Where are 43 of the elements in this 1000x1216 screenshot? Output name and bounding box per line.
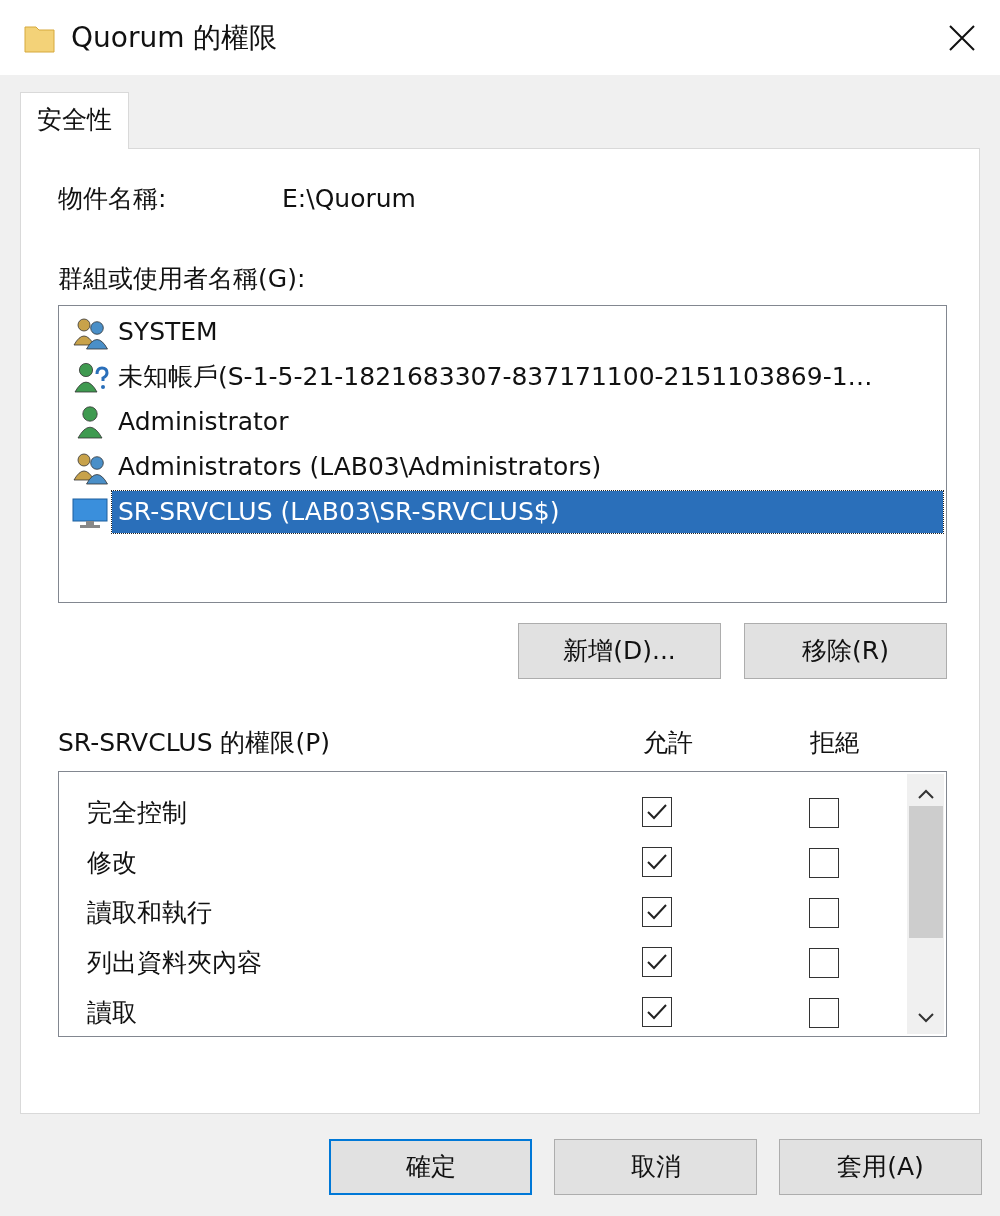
column-header: 拒絕 [810,726,860,759]
scroll-thumb[interactable] [908,805,943,938]
checkmark-icon [646,852,668,871]
checkbox[interactable] [642,896,672,927]
scroll-down-icon[interactable] [916,1011,935,1024]
close-icon[interactable] [948,23,976,52]
column-header: 允許 [643,726,694,759]
user-list-item[interactable]: 未知帳戶(S-1-5-21-1821683307-837171100-2151103869-1… [112,356,879,398]
checkbox[interactable] [642,946,672,977]
user-list-item[interactable]: SYSTEM [112,311,224,353]
dialog-button[interactable]: 移除(R) [744,622,947,679]
checkmark-icon [646,952,668,971]
users-label: 群組或使用者名稱(G): [58,263,306,293]
tab[interactable]: 安全性 [20,92,129,149]
permission-name: 修改 [87,846,138,879]
checkbox[interactable] [809,847,839,878]
permission-name: 讀取和執行 [87,896,213,929]
user-list-item[interactable]: Administrators (LAB03\Administrators) [112,446,608,488]
object-name-label: 物件名稱: [58,182,168,215]
window-title: Quorum 的權限 [71,19,279,56]
checkbox[interactable] [809,897,839,928]
checkbox[interactable] [809,797,839,828]
permission-name: 讀取 [87,996,138,1029]
checkmark-icon [646,902,668,921]
checkbox[interactable] [642,796,672,827]
checkmark-icon [646,1002,668,1021]
scroll-up-icon[interactable] [916,787,935,800]
object-name-value: E:\Quorum [282,182,416,215]
permissions-label: SR-SRVCLUS 的權限(P) [58,726,332,759]
dialog-button[interactable]: 新增(D)... [518,622,721,679]
dialog-button[interactable]: 確定 [329,1138,532,1195]
permission-name: 列出資料夾內容 [87,946,263,979]
permission-name: 完全控制 [87,796,188,829]
user-list-item[interactable]: SR-SRVCLUS (LAB03\SR-SRVCLUS$) [112,491,943,533]
checkbox[interactable] [642,846,672,877]
dialog-button[interactable]: 套用(A) [779,1138,982,1195]
checkmark-icon [646,802,668,821]
scrollbar[interactable] [907,773,944,1034]
dialog-button[interactable]: 取消 [554,1138,757,1195]
user-list-item[interactable]: Administrator [112,401,295,443]
checkbox[interactable] [809,947,839,978]
checkbox[interactable] [642,996,672,1027]
checkbox[interactable] [809,997,839,1028]
